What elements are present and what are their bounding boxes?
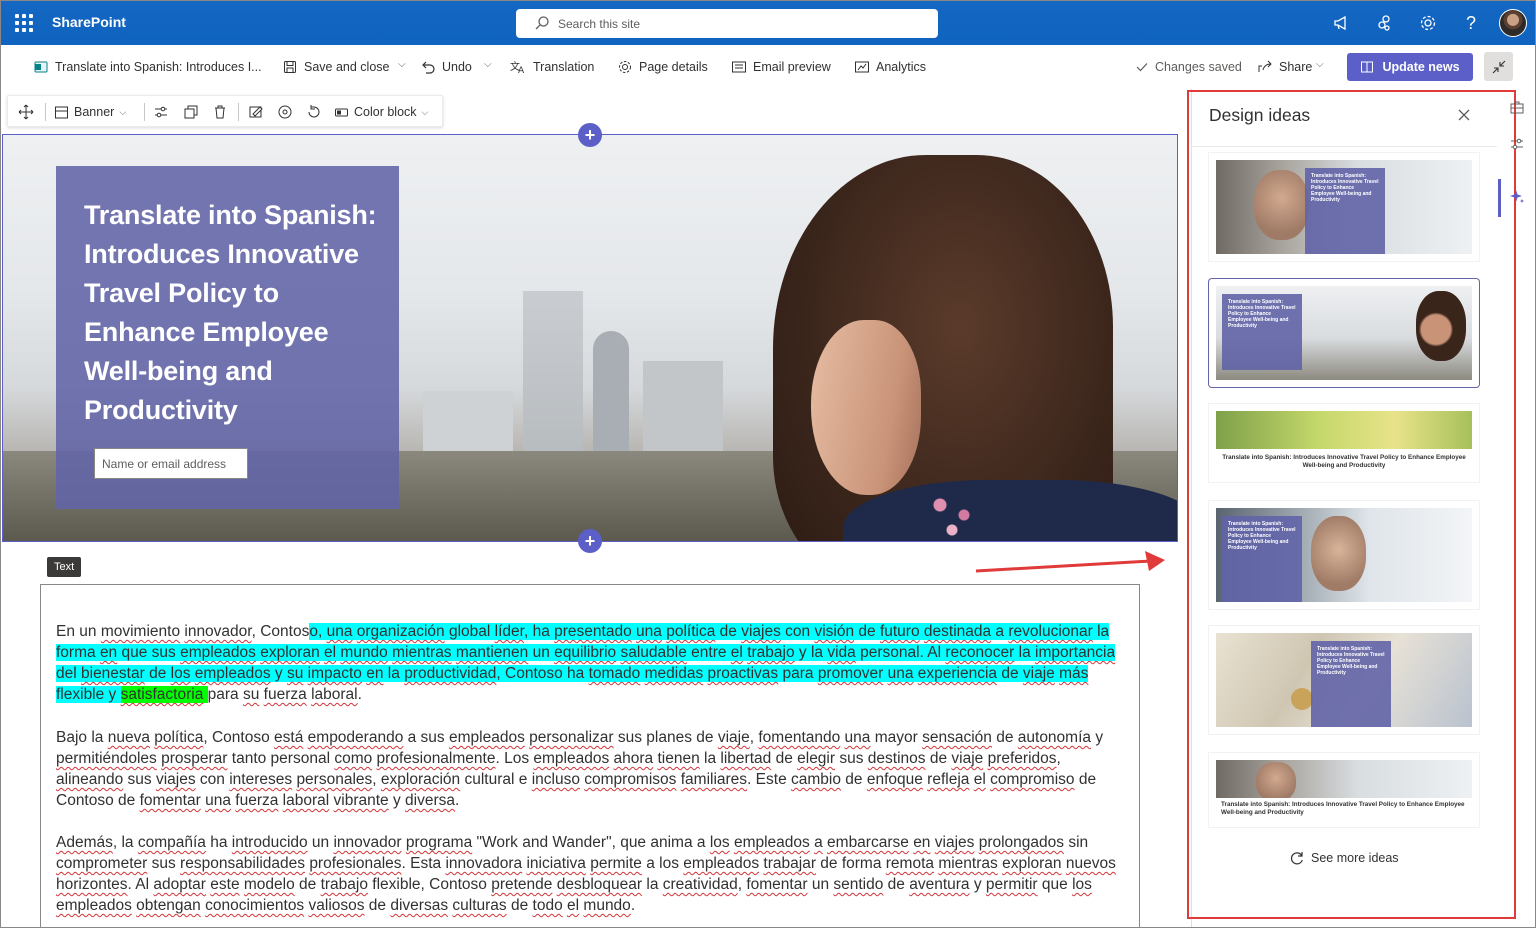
save-status: Changes saved — [1135, 57, 1242, 77]
app-window: SharePoint Search this site ? Translate … — [0, 0, 1536, 928]
translation-icon: 文A — [510, 60, 525, 75]
woman-face — [811, 320, 921, 495]
app-name[interactable]: SharePoint — [52, 14, 126, 30]
update-news-label: Update news — [1382, 60, 1460, 74]
sliders-icon[interactable] — [153, 96, 169, 128]
layout-dropdown[interactable]: Banner ⌵ — [54, 96, 126, 128]
duplicate-icon[interactable] — [183, 96, 199, 128]
svg-text:A: A — [518, 66, 525, 75]
user-avatar[interactable] — [1499, 9, 1527, 37]
add-section-top-button[interactable]: + — [578, 123, 602, 147]
background-label: Color block — [354, 105, 417, 119]
save-chevron-down-icon[interactable]: ⌵ — [398, 59, 406, 70]
chevron-down-icon: ⌵ — [421, 106, 429, 117]
background-dropdown[interactable]: Color block ⌵ — [334, 96, 428, 128]
analytics-icon — [855, 61, 869, 73]
settings-gear-icon[interactable] — [1418, 13, 1438, 33]
undo-label: Undo — [442, 60, 472, 74]
callout-arrow — [975, 551, 1165, 573]
color-block-icon — [335, 108, 348, 116]
share-label: Share — [1279, 60, 1313, 74]
search-icon — [535, 16, 549, 30]
active-rail-indicator — [1498, 179, 1501, 217]
design-ideas-sparkle-icon[interactable] — [1509, 189, 1525, 205]
app-launcher-icon[interactable] — [15, 14, 33, 32]
reset-icon[interactable] — [306, 96, 322, 128]
save-icon — [284, 61, 296, 73]
email-preview-label: Email preview — [753, 60, 831, 74]
help-icon[interactable]: ? — [1461, 13, 1481, 33]
analytics-button[interactable]: Analytics — [854, 57, 926, 77]
checkmark-icon — [1136, 63, 1148, 72]
save-close-button[interactable]: Save and close — [282, 57, 389, 77]
paragraph-3[interactable]: Además, la compañía ha introducido un in… — [56, 832, 1131, 916]
page-title[interactable]: Translate into Spanish: Introduces Innov… — [84, 196, 384, 430]
email-preview-button[interactable]: Email preview — [731, 57, 831, 77]
page-details-label: Page details — [639, 60, 708, 74]
add-section-bottom-button[interactable]: + — [578, 529, 602, 553]
focal-point-icon[interactable] — [277, 96, 293, 128]
save-status-label: Changes saved — [1155, 60, 1242, 74]
chevron-down-icon: ⌵ — [119, 106, 127, 117]
sharepoint-news-icon — [34, 61, 48, 73]
sharepoint-hub-icon[interactable] — [1375, 13, 1395, 33]
share-button[interactable]: Share — [1257, 57, 1312, 77]
book-icon — [1361, 61, 1374, 73]
undo-chevron-down-icon[interactable]: ⌵ — [484, 59, 492, 70]
collapse-icon[interactable] — [1484, 52, 1513, 81]
layout-label: Banner — [74, 105, 115, 119]
update-news-button[interactable]: Update news — [1347, 53, 1473, 81]
megaphone-icon[interactable] — [1331, 13, 1351, 33]
banner-icon — [55, 106, 68, 118]
webpart-tag: Text — [47, 557, 82, 577]
edit-image-icon[interactable] — [248, 96, 264, 128]
properties-icon[interactable] — [1509, 136, 1525, 152]
author-input[interactable]: Name or email address — [94, 448, 248, 479]
paragraph-2[interactable]: Bajo la nueva política, Contoso está emp… — [56, 727, 1131, 811]
callout-highlight-box — [1187, 90, 1516, 919]
blossom-print — [928, 490, 988, 540]
translation-button[interactable]: 文A Translation — [509, 57, 594, 77]
search-box[interactable]: Search this site — [516, 9, 938, 38]
page-name-button[interactable]: Translate into Spanish: Introduces I... — [33, 57, 262, 77]
delete-icon[interactable] — [212, 96, 228, 128]
page-name: Translate into Spanish: Introduces I... — [55, 60, 262, 74]
email-preview-icon — [732, 61, 746, 73]
paragraph-1[interactable]: En un movimiento innovador, Contoso, una… — [56, 621, 1131, 705]
undo-button[interactable]: Undo — [420, 57, 472, 77]
toolbox-icon[interactable] — [1509, 99, 1525, 115]
undo-icon — [422, 61, 435, 74]
page-details-button[interactable]: Page details — [617, 57, 708, 77]
save-close-label: Save and close — [304, 60, 390, 74]
suite-bar: SharePoint Search this site ? — [1, 1, 1535, 45]
gear-icon — [619, 61, 631, 73]
share-chevron-down-icon[interactable]: ⌵ — [1316, 59, 1324, 70]
move-icon[interactable] — [18, 96, 34, 128]
translation-label: Translation — [533, 60, 595, 74]
analytics-label: Analytics — [876, 60, 927, 74]
search-placeholder: Search this site — [558, 17, 641, 31]
share-icon — [1258, 60, 1272, 72]
section-toolbar: Banner ⌵ Color block ⌵ — [7, 95, 443, 127]
